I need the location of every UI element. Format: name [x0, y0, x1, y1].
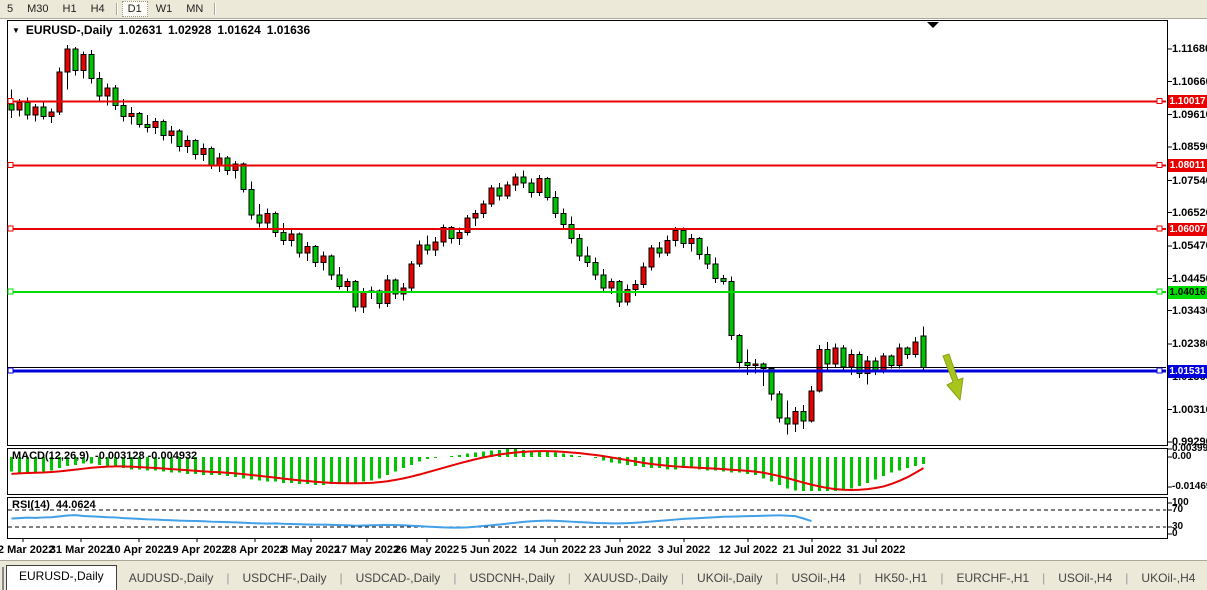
time-axis-label: 5 Jun 2022 [461, 544, 517, 556]
hline-price-badge: 1.10017 [1168, 95, 1207, 108]
toolbar-separator [116, 3, 117, 15]
time-axis-label: 12 Jul 2022 [719, 544, 778, 556]
timeframe-button-mn[interactable]: MN [180, 1, 209, 17]
toolbar-separator [214, 3, 215, 15]
chart-legend: ▼ EURUSD-,Daily 1.02631 1.02928 1.01624 … [12, 23, 310, 37]
timeframe-button-d1[interactable]: D1 [122, 1, 148, 17]
chart-tab-xauusd-daily[interactable]: XAUUSD-,Daily [572, 568, 680, 590]
time-axis-label: 22 Mar 2022 [0, 544, 54, 556]
hline-price-badge: 1.08011 [1168, 159, 1207, 172]
hline-price-badge: 1.06007 [1168, 223, 1207, 236]
time-axis-label: 10 Apr 2022 [108, 544, 169, 556]
legend-symbol: EURUSD-,Daily [26, 23, 113, 37]
timeframe-button-w1[interactable]: W1 [150, 1, 179, 17]
time-axis-label: 23 Jun 2022 [589, 544, 651, 556]
hline-price-badge: 1.04016 [1168, 286, 1207, 299]
macd-label: MACD(12,26,9) -0.003128 -0.004932 [12, 450, 197, 462]
macd-axis-label: -0.01469 [1172, 481, 1207, 492]
chart-tab-eurchf-h1[interactable]: EURCHF-,H1 [944, 568, 1041, 590]
timeframe-button-5[interactable]: 5 [1, 1, 19, 17]
time-axis-label: 19 Apr 2022 [166, 544, 227, 556]
legend-low: 1.01624 [217, 23, 260, 37]
macd-values: -0.003128 -0.004932 [95, 450, 197, 462]
chart-tab-ukoil-h4[interactable]: UKOil-,H4 [1129, 568, 1207, 590]
chart-tab-usdcad-daily[interactable]: USDCAD-,Daily [344, 568, 453, 590]
time-axis-label: 31 Mar 2022 [50, 544, 112, 556]
price-axis-label: 1.08590 [1172, 141, 1207, 153]
time-axis-label: 21 Jul 2022 [783, 544, 842, 556]
price-axis-label: 1.11680 [1172, 43, 1207, 55]
price-axis-label: 1.09610 [1172, 109, 1207, 121]
rsi-axis-label: 0 [1172, 528, 1178, 539]
timeframe-toolbar: 5M30H1H4 D1W1MN [0, 0, 1207, 19]
price-axis-label: 1.02380 [1172, 338, 1207, 350]
time-axis-label: 28 Apr 2022 [224, 544, 285, 556]
chart-tab-ukoil-daily[interactable]: UKOil-,Daily [685, 568, 774, 590]
macd-axis-label: 0.00 [1172, 451, 1191, 462]
time-axis-label: 17 May 2022 [335, 544, 399, 556]
price-axis-label: 1.00310 [1172, 404, 1207, 416]
time-axis-label: 31 Jul 2022 [847, 544, 906, 556]
price-axis-label: 1.10660 [1172, 76, 1207, 88]
main-chart-pane[interactable] [7, 20, 1168, 446]
rsi-pane[interactable] [7, 497, 1168, 539]
time-axis-label: 26 May 2022 [395, 544, 459, 556]
chart-tab-eurusd-daily[interactable]: EURUSD-,Daily [6, 565, 117, 590]
price-axis-label: 1.04450 [1172, 273, 1207, 285]
price-axis-label: 1.03430 [1172, 305, 1207, 317]
legend-high: 1.02928 [168, 23, 211, 37]
price-axis-label: 1.05470 [1172, 240, 1207, 252]
chart-tab-usdcnh-daily[interactable]: USDCNH-,Daily [457, 568, 566, 590]
chart-tab-usoil-h4[interactable]: USOil-,H4 [780, 568, 858, 590]
timeframe-button-h1[interactable]: H1 [57, 1, 83, 17]
time-axis-label: 8 May 2022 [282, 544, 340, 556]
macd-name: MACD(12,26,9) [12, 450, 89, 462]
price-axis-label: 1.07540 [1172, 175, 1207, 187]
chart-tab-hk50-h1[interactable]: HK50-,H1 [863, 568, 940, 590]
rsi-label: RSI(14) 44.0624 [12, 499, 96, 511]
time-axis-label: 14 Jun 2022 [524, 544, 586, 556]
chart-tab-audusd-daily[interactable]: AUDUSD-,Daily [117, 568, 226, 590]
rsi-value: 44.0624 [56, 499, 96, 511]
chart-tab-bar: EURUSD-,DailyAUDUSD-,Daily|USDCHF-,Daily… [0, 560, 1207, 590]
rsi-axis-label: 70 [1172, 504, 1183, 515]
timeframe-button-h4[interactable]: H4 [85, 1, 111, 17]
price-axis-label: 1.06520 [1172, 207, 1207, 219]
chart-tab-usoil-h4[interactable]: USOil-,H4 [1046, 568, 1124, 590]
legend-open: 1.02631 [119, 23, 162, 37]
timeframe-button-m30[interactable]: M30 [21, 1, 54, 17]
tab-stub[interactable] [2, 567, 4, 590]
time-axis-label: 3 Jul 2022 [658, 544, 711, 556]
hline-price-badge: 1.01531 [1168, 365, 1207, 378]
chart-tab-usdchf-daily[interactable]: USDCHF-,Daily [231, 568, 339, 590]
rsi-name: RSI(14) [12, 499, 50, 511]
legend-collapse-icon[interactable]: ▼ [12, 26, 20, 35]
legend-close: 1.01636 [267, 23, 310, 37]
